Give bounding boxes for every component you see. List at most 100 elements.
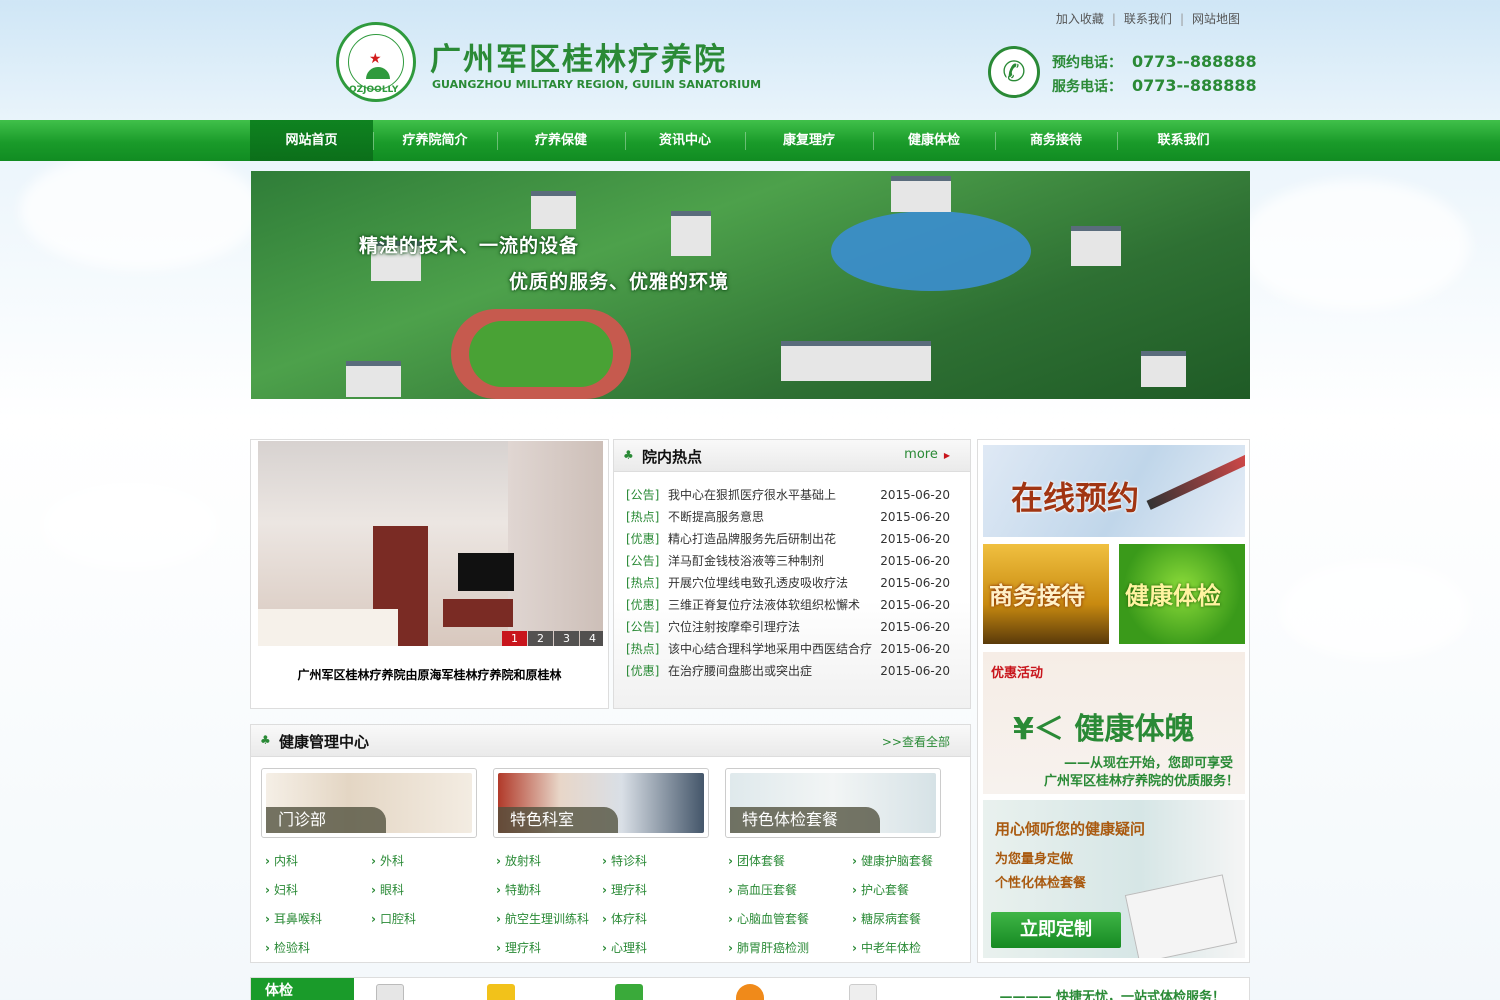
slideshow-image[interactable]: 1 2 3 4 — [258, 441, 603, 646]
customize-now-button[interactable]: 立即定制 — [991, 912, 1121, 948]
dept-link[interactable]: 心理科 — [602, 939, 712, 956]
news-title[interactable]: 开展穴位埋线电致孔透皮吸收疗法 — [668, 572, 878, 594]
dept-link[interactable]: 理疗科 — [496, 939, 606, 956]
banner-building — [1141, 351, 1186, 387]
nav-contact[interactable]: 联系我们 — [1117, 120, 1250, 161]
banner-building — [891, 176, 951, 212]
nav-business[interactable]: 商务接待 — [995, 120, 1117, 161]
special-offer-banner[interactable]: 优惠活动 ¥＜ 健康体魄 ——从现在开始，您即可享受 广州军区桂林疗养院的优质服… — [983, 652, 1245, 794]
news-panel-title: 院内热点 — [642, 448, 703, 466]
package-link[interactable]: 糖尿病套餐 — [852, 910, 962, 927]
nav-health-care[interactable]: 疗养保健 — [497, 120, 625, 161]
cloud-decoration — [1280, 560, 1470, 660]
news-title[interactable]: 精心打造品牌服务先后研制出花 — [668, 528, 878, 550]
news-item[interactable]: [公告] 我中心在狠抓医疗很水平基础上 2015-06-20 — [626, 484, 960, 506]
banner-slogan-1: 精湛的技术、一流的设备 — [359, 235, 580, 257]
news-item[interactable]: [热点] 该中心结合理科学地采用中西医结合疗 2015-06-20 — [626, 638, 960, 660]
dept-link[interactable]: 航空生理训练科 — [496, 910, 606, 927]
news-item[interactable]: [公告] 穴位注射按摩牵引理疗法 2015-06-20 — [626, 616, 960, 638]
slide-dot-3[interactable]: 3 — [554, 631, 579, 646]
news-title[interactable]: 在治疗腰间盘膨出或突出症 — [668, 660, 878, 682]
slide-dot-4[interactable]: 4 — [580, 631, 603, 646]
news-item[interactable]: [优惠] 精心打造品牌服务先后研制出花 2015-06-20 — [626, 528, 960, 550]
custom-checkup-headline: 用心倾听您的健康疑问 — [995, 820, 1146, 838]
mountain-icon — [366, 67, 390, 79]
dept-link[interactable]: 特诊科 — [602, 852, 712, 869]
business-reception-banner[interactable]: 商务接待 — [983, 544, 1109, 644]
package-link[interactable]: 健康护脑套餐 — [852, 852, 962, 869]
news-item[interactable]: [优惠] 三维正脊复位疗法液体软组织松懈术 2015-06-20 — [626, 594, 960, 616]
site-map-link[interactable]: 网站地图 — [1192, 12, 1240, 26]
nav-rehab[interactable]: 康复理疗 — [745, 120, 873, 161]
dept-link[interactable]: 体疗科 — [602, 910, 712, 927]
view-all-link[interactable]: >>查看全部 — [882, 733, 950, 750]
outpatient-card[interactable]: 门诊部 — [261, 768, 477, 838]
health-checkup-banner[interactable]: 健康体检 — [1119, 544, 1245, 644]
news-date: 2015-06-20 — [880, 554, 950, 568]
dept-link[interactable]: 检验科 — [265, 939, 375, 956]
news-title[interactable]: 三维正脊复位疗法液体软组织松懈术 — [668, 594, 878, 616]
news-title[interactable]: 洋马酊金钱枝浴液等三种制剂 — [668, 550, 878, 572]
user-icon[interactable] — [736, 984, 764, 1000]
news-item[interactable]: [公告] 洋马酊金钱枝浴液等三种制剂 2015-06-20 — [626, 550, 960, 572]
dept-link[interactable]: 内科 — [265, 852, 375, 869]
online-booking-banner[interactable]: 在线预约 — [983, 445, 1245, 537]
photo-slideshow: 1 2 3 4 广州军区桂林疗养院由原海军桂林疗养院和原桂林 — [250, 439, 609, 709]
news-title[interactable]: 穴位注射按摩牵引理疗法 — [668, 616, 878, 638]
nav-home[interactable]: 网站首页 — [250, 120, 373, 161]
slideshow-caption[interactable]: 广州军区桂林疗养院由原海军桂林疗养院和原桂林 — [251, 666, 608, 683]
clipboard-icon — [1124, 874, 1238, 958]
banner-building — [1071, 226, 1121, 266]
dept-link[interactable]: 外科 — [371, 852, 481, 869]
news-date: 2015-06-20 — [880, 642, 950, 656]
special-offer-line-1: ——从现在开始，您即可享受 — [1063, 756, 1233, 771]
contact-us-link[interactable]: 联系我们 — [1124, 12, 1172, 26]
news-title[interactable]: 不断提高服务意思 — [668, 506, 878, 528]
nav-checkup[interactable]: 健康体检 — [873, 120, 995, 161]
home-icon[interactable] — [615, 984, 643, 1000]
news-title[interactable]: 该中心结合理科学地采用中西医结合疗 — [668, 638, 878, 660]
package-link[interactable]: 团体套餐 — [728, 852, 838, 869]
nav-about[interactable]: 疗养院简介 — [373, 120, 497, 161]
nav-news-center[interactable]: 资讯中心 — [625, 120, 745, 161]
special-dept-card[interactable]: 特色科室 — [493, 768, 709, 838]
news-item[interactable]: [热点] 开展穴位埋线电致孔透皮吸收疗法 2015-06-20 — [626, 572, 960, 594]
clipboard-icon[interactable] — [376, 984, 404, 1000]
dept-link[interactable]: 放射科 — [496, 852, 606, 869]
report-icon[interactable] — [849, 984, 877, 1000]
package-link[interactable]: 中老年体检 — [852, 939, 962, 956]
package-link[interactable]: 高血压套餐 — [728, 881, 838, 898]
slide-dot-1[interactable]: 1 — [502, 631, 527, 646]
dept-link[interactable]: 耳鼻喉科 — [265, 910, 375, 927]
news-item[interactable]: [热点] 不断提高服务意思 2015-06-20 — [626, 506, 960, 528]
dept-link[interactable]: 眼科 — [371, 881, 481, 898]
package-link[interactable]: 护心套餐 — [852, 881, 962, 898]
news-item[interactable]: [优惠] 在治疗腰间盘膨出或突出症 2015-06-20 — [626, 660, 960, 682]
divider: | — [1111, 12, 1116, 26]
service-slogan: ———— 快捷无忧，一站式体检服务！ — [999, 990, 1225, 1000]
checkup-package-card[interactable]: 特色体检套餐 — [725, 768, 941, 838]
booking-phone-number: 0773--888888 — [1132, 52, 1257, 71]
slide-dot-2[interactable]: 2 — [528, 631, 553, 646]
news-title[interactable]: 我中心在狠抓医疗很水平基础上 — [668, 484, 878, 506]
dept-link[interactable]: 理疗科 — [602, 881, 712, 898]
custom-checkup-line-1: 为您量身定做 — [995, 852, 1074, 867]
room-tv-stand — [443, 599, 513, 627]
phone-icon: ✆ — [988, 46, 1040, 98]
banner-building — [671, 211, 711, 256]
news-more-link[interactable]: more ▶ — [904, 447, 950, 462]
special-offer-label: 优惠活动 — [991, 666, 1044, 681]
dept-link[interactable]: 妇科 — [265, 881, 375, 898]
news-date: 2015-06-20 — [880, 664, 950, 678]
hero-banner[interactable]: 精湛的技术、一流的设备 优质的服务、优雅的环境 — [251, 171, 1250, 399]
medical-kit-icon[interactable] — [487, 984, 515, 1000]
dept-link[interactable]: 口腔科 — [371, 910, 481, 927]
add-favorite-link[interactable]: 加入收藏 — [1056, 12, 1104, 26]
checkup-service-strip: 体检 ———— 快捷无忧，一站式体检服务！ — [250, 977, 1250, 1000]
package-link[interactable]: 心脑血管套餐 — [728, 910, 838, 927]
online-booking-label: 在线预约 — [1011, 479, 1140, 517]
dept-link[interactable]: 特勤科 — [496, 881, 606, 898]
checkup-tab[interactable]: 体检 — [251, 978, 354, 1000]
package-link[interactable]: 肺胃肝癌检测 — [728, 939, 838, 956]
logo-seal[interactable]: ★ OZJOOLLY — [336, 22, 416, 102]
